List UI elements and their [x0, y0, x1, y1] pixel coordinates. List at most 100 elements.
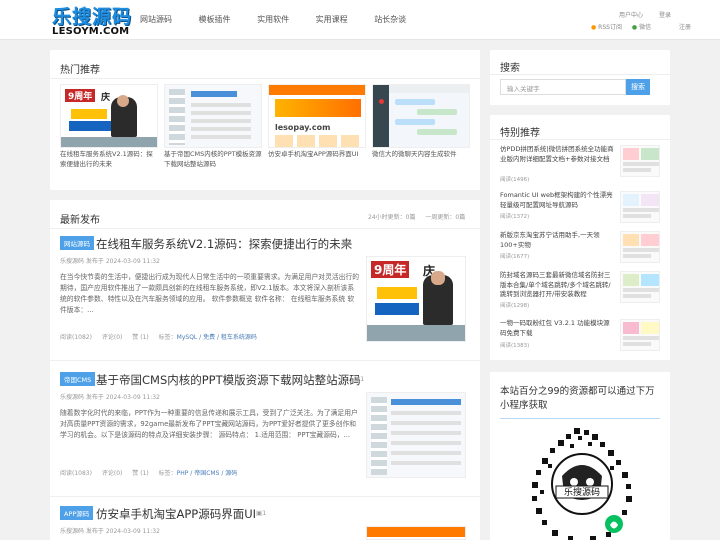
special-item[interactable]: 新版京东淘宝苏宁话用助手,一天领100+实物 阅读(1677)	[500, 231, 660, 265]
post-meta: 乐搜源码 发布于 2024-03-09 11:32	[60, 528, 160, 535]
thumb-cars	[367, 325, 465, 341]
hot-caption[interactable]: 微信大的微聊天内容生成软件	[372, 150, 470, 170]
register-link[interactable]: 注册	[679, 24, 691, 31]
special-title: 特别推荐	[500, 128, 540, 139]
hot-item[interactable]: 基于帝国CMS内核的PPT模板资源下载网站整站源码	[164, 84, 262, 170]
image-count-icon: ▣1	[342, 239, 353, 247]
hot-caption[interactable]: 仿安卓手机淘宝APP源码界面UI	[268, 150, 366, 170]
latest-title: 最新发布	[60, 215, 100, 226]
thumb-shape	[191, 111, 251, 115]
miniprogram-logo-text: 乐搜源码	[564, 486, 600, 498]
hot-item[interactable]: lesopay.com 仿安卓手机淘宝APP源码界面UI	[268, 84, 366, 170]
post-item: APP源码 仿安卓手机淘宝APP源码界面UI ▣1 乐搜源码 发布于 2024-…	[50, 506, 480, 540]
thumb-shape	[375, 303, 419, 315]
special-item-thumb[interactable]	[620, 231, 660, 263]
hot-item[interactable]: 微信大的微聊天内容生成软件	[372, 84, 470, 170]
thumb-shape	[269, 85, 365, 95]
post-comments[interactable]: 评论(0)	[102, 470, 123, 477]
post-comments[interactable]: 评论(0)	[102, 334, 123, 341]
special-item-reads: 阅读(1496)	[500, 177, 530, 183]
post-likes[interactable]: 赞 (1)	[132, 334, 148, 341]
thumb-shape	[71, 109, 107, 119]
post-divider	[50, 360, 480, 361]
post-reads: 阅读(1082)	[60, 334, 92, 341]
special-item[interactable]: 一物一码取粉红包 V3.2.1 功能模块源码免费下载 阅读(1383)	[500, 319, 660, 353]
thumb-shape	[623, 294, 651, 298]
post-category-tag[interactable]: 网站源码	[60, 236, 94, 250]
search-button[interactable]: 搜索	[626, 79, 650, 95]
special-item-thumb[interactable]	[620, 271, 660, 303]
special-item-reads: 阅读(1372)	[500, 214, 530, 220]
nav-item-templates[interactable]: 模板插件	[199, 14, 231, 25]
special-item-title[interactable]: Fomantic UI web框架构建的个性漂亮轻量级可配置网址导航源码	[500, 191, 616, 210]
special-item-title[interactable]: 防封域名源码三套最新微信域名防封三版本合集/单个域名跳转/多个域名跳转/跳转到浏…	[500, 271, 616, 300]
hot-caption[interactable]: 基于帝国CMS内核的PPT模板资源下载网站整站源码	[164, 150, 262, 170]
post-category-tag[interactable]: 帝国CMS	[60, 372, 96, 386]
post-title[interactable]: 仿安卓手机淘宝APP源码界面UI	[96, 506, 256, 522]
thumb-shape	[191, 127, 251, 131]
login-link[interactable]: 登录	[659, 12, 671, 19]
site-logo[interactable]: 乐搜源码 LESOYM.COM	[52, 2, 131, 38]
thumb-shape	[623, 208, 659, 212]
thumb-shape	[623, 342, 651, 346]
search-input[interactable]: 输入关键字	[500, 79, 626, 95]
hot-caption[interactable]: 在线租车服务系统V2.1源码：探索便捷出行的未来	[60, 150, 158, 170]
thumb-shape	[191, 103, 251, 107]
latest-stats: 24小时更新：0篇 一周更新：0篇	[368, 212, 473, 221]
thumb-shape	[623, 148, 639, 160]
thumb-shape	[69, 121, 113, 131]
hot-thumb[interactable]	[372, 84, 470, 148]
stat-24h: 24小时更新：0篇	[368, 214, 416, 221]
special-item[interactable]: 防封域名源码三套最新微信域名防封三版本合集/单个域名跳转/多个域名跳转/跳转到浏…	[500, 271, 660, 311]
thumb-shape	[623, 194, 639, 206]
special-item-reads: 阅读(1677)	[500, 254, 530, 260]
thumb-shape	[391, 461, 461, 465]
logo-text-cn: 乐搜源码	[52, 6, 133, 28]
post-reads: 阅读(1083)	[60, 470, 92, 477]
special-item-reads: 阅读(1383)	[500, 343, 530, 349]
post-divider	[50, 496, 480, 497]
post-thumb[interactable]: 9周年 庆	[366, 256, 466, 342]
special-item-title[interactable]: 仿PDD拼团系统|微信拼团系统全功能商业版内附详细配置文档+参数对接文档	[500, 145, 616, 174]
hot-thumb[interactable]	[164, 84, 262, 148]
post-item: 帝国CMS 基于帝国CMS内核的PPT模版资源下载网站整站源码 ▣1 乐搜源码 …	[50, 372, 480, 496]
rss-link[interactable]: RSS订阅	[598, 24, 622, 31]
miniprogram-title: 本站百分之99的资源都可以通过下万小程序获取	[500, 386, 655, 411]
thumb-shape	[623, 288, 659, 292]
stat-week: 一周更新：0篇	[425, 214, 466, 221]
special-item-thumb[interactable]	[620, 145, 660, 177]
nav-item-software[interactable]: 实用软件	[257, 14, 289, 25]
thumb-shape	[391, 421, 461, 425]
nav-item-source[interactable]: 网站源码	[140, 14, 172, 25]
special-item-title[interactable]: 新版京东淘宝苏宁话用助手,一天领100+实物	[500, 231, 616, 250]
post-footer: 阅读(1082) 评论(0) 赞 (1) 标签：MySQL / 免费 / 租车系…	[60, 332, 265, 341]
special-item[interactable]: 仿PDD拼团系统|微信拼团系统全功能商业版内附详细配置文档+参数对接文档 阅读(…	[500, 145, 660, 185]
post-thumb[interactable]	[366, 392, 466, 478]
thumb-shape	[641, 274, 659, 286]
post-footer: 阅读(1083) 评论(0) 赞 (1) 标签：PHP / 帝国CMS / 源码	[60, 468, 245, 477]
hot-thumb[interactable]: lesopay.com	[268, 84, 366, 148]
hot-thumb[interactable]: 9周年 庆	[60, 84, 158, 148]
post-likes[interactable]: 赞 (1)	[132, 470, 148, 477]
miniprogram-qr-code: 乐搜源码	[532, 428, 632, 540]
special-item-thumb[interactable]	[620, 319, 660, 351]
hot-item[interactable]: 9周年 庆 在线租车服务系统V2.1源码：探索便捷出行的未来	[60, 84, 158, 170]
post-title[interactable]: 在线租车服务系统V2.1源码：探索便捷出行的未来	[96, 236, 352, 252]
thumb-head	[117, 95, 129, 107]
post-tags[interactable]: MySQL / 免费 / 租车系统源码	[177, 334, 257, 341]
post-tags[interactable]: PHP / 帝国CMS / 源码	[177, 470, 238, 477]
special-item[interactable]: Fomantic UI web框架构建的个性漂亮轻量级可配置网址导航源码 阅读(…	[500, 191, 660, 225]
post-thumb[interactable]	[366, 526, 466, 540]
wechat-link[interactable]: 微信	[639, 24, 651, 31]
special-item-thumb[interactable]	[620, 191, 660, 223]
hot-title: 热门推荐	[60, 65, 100, 76]
nav-item-misc[interactable]: 站长杂谈	[374, 14, 406, 25]
special-item-title[interactable]: 一物一码取粉红包 V3.2.1 功能模块源码免费下载	[500, 319, 616, 338]
post-title[interactable]: 基于帝国CMS内核的PPT模版资源下载网站整站源码	[96, 372, 361, 388]
logo-text-en: LESOYM.COM	[52, 26, 130, 37]
thumb-shape	[395, 99, 435, 105]
post-category-tag[interactable]: APP源码	[60, 506, 94, 520]
nav-item-courses[interactable]: 实用课程	[316, 14, 348, 25]
feed-links: ● RSS订阅 ● 微信 注册	[591, 22, 691, 31]
user-center-link[interactable]: 用户中心	[619, 12, 643, 19]
